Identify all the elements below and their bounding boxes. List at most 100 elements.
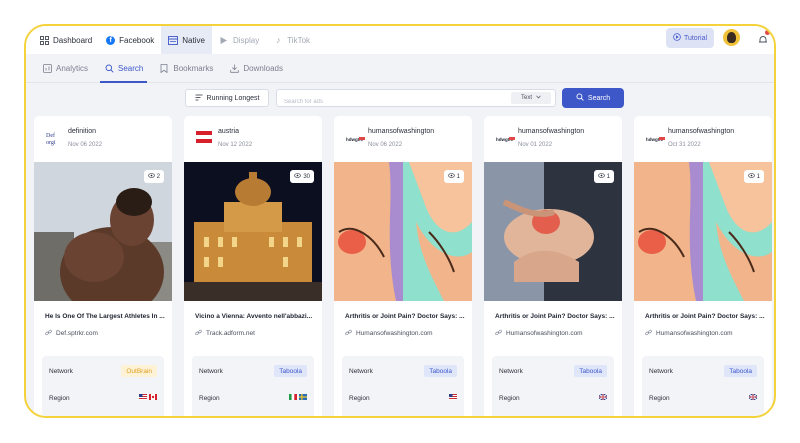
ad-meta: Network Taboola Region: [192, 356, 314, 416]
network-row: Network Taboola: [649, 364, 757, 378]
ad-card[interactable]: hdwgtn. humansofwashington Oct 31 2022 1…: [634, 116, 772, 416]
ad-image[interactable]: 1: [484, 162, 622, 301]
network-badge: OutBrain: [121, 365, 157, 377]
ad-meta: Network OutBrain Region: [42, 356, 164, 416]
ad-image[interactable]: 30: [184, 162, 322, 301]
views-badge: 1: [593, 170, 614, 183]
search-type-select[interactable]: Text: [511, 92, 551, 104]
notification-dot: [765, 30, 770, 35]
tab-tiktok[interactable]: ♪ TikTok: [266, 26, 317, 54]
views-count: 2: [156, 173, 160, 180]
network-row: Network Taboola: [499, 364, 607, 378]
flag-ca-icon: [149, 394, 157, 402]
region-flags: [749, 394, 757, 402]
tab-search[interactable]: Search: [96, 54, 151, 83]
ad-title: Vicino a Vienna: Avvento nell'abbazi...: [195, 313, 313, 320]
advertiser-name: humansofwashington: [668, 128, 735, 135]
advertiser-logo: hdwgtn.: [346, 130, 365, 146]
tab-label: Facebook: [119, 35, 155, 45]
ad-url[interactable]: Humansofwashington.com: [645, 329, 733, 338]
tab-analytics[interactable]: Analytics: [34, 54, 96, 83]
grid-icon: [39, 35, 49, 45]
link-icon: [495, 329, 502, 338]
tab-downloads[interactable]: Downloads: [221, 54, 291, 83]
flag-us-icon: [139, 394, 147, 402]
tab-label: Native: [182, 35, 205, 45]
tab-display[interactable]: Display: [212, 26, 266, 54]
ad-url[interactable]: Humansofwashington.com: [495, 329, 583, 338]
ad-date: Nov 01 2022: [518, 142, 553, 148]
advertiser-name: austria: [218, 128, 240, 135]
facebook-icon: f: [106, 35, 116, 45]
ad-image[interactable]: 1: [634, 162, 772, 301]
region-label: Region: [499, 394, 520, 402]
ad-card-header: Def orgi definition Nov 06 2022: [34, 116, 172, 162]
link-icon: [645, 329, 652, 338]
tab-label: Dashboard: [53, 35, 93, 45]
search-input[interactable]: [277, 94, 497, 110]
tab-facebook[interactable]: f Facebook: [99, 26, 161, 54]
ad-card[interactable]: austria Nov 12 2022 30 Vicino a Vienna: …: [184, 116, 322, 416]
sort-button[interactable]: Running Longest: [185, 89, 269, 107]
avatar[interactable]: [723, 29, 740, 46]
ad-card[interactable]: Def orgi definition Nov 06 2022 2 He Is O…: [34, 116, 172, 416]
ad-card-header: austria Nov 12 2022: [184, 116, 322, 162]
sub-nav: Analytics Search Bookmarks Downloads: [26, 54, 774, 83]
eye-icon: [147, 173, 155, 180]
ad-title: Arthritis or Joint Pain? Doctor Says: ..…: [345, 313, 465, 320]
region-row: Region: [349, 391, 457, 405]
tutorial-label: Tutorial: [683, 34, 708, 42]
network-badge: Taboola: [724, 365, 757, 377]
ad-url[interactable]: Humansofwashington.com: [345, 329, 433, 338]
ad-card[interactable]: hdwgtn. humansofwashington Nov 06 2022 1…: [334, 116, 472, 416]
ad-title: He Is One Of The Largest Athletes In ...: [45, 313, 165, 320]
region-row: Region: [49, 391, 157, 405]
eye-icon: [747, 173, 755, 180]
ad-url-text: Track.adform.net: [206, 330, 255, 337]
ad-url-text: Def.sptrkr.com: [56, 330, 98, 337]
eye-icon: [597, 173, 605, 180]
flag-gb-icon: [599, 394, 607, 402]
views-count: 1: [606, 173, 610, 180]
flag-us-icon: [449, 394, 457, 402]
ad-title: Arthritis or Joint Pain? Doctor Says: ..…: [645, 313, 765, 320]
flag-se-icon: [299, 394, 307, 402]
play-icon: [219, 35, 229, 45]
svg-text:Def: Def: [46, 132, 55, 139]
network-badge: Taboola: [424, 365, 457, 377]
tab-label: Display: [232, 35, 260, 45]
tiktok-icon: ♪: [275, 34, 281, 45]
views-badge: 1: [443, 170, 464, 183]
tutorial-button[interactable]: Tutorial: [666, 28, 714, 48]
analytics-icon: [42, 63, 52, 73]
ad-date: Nov 06 2022: [68, 142, 103, 148]
advertiser-logo: hdwgtn.: [496, 130, 515, 146]
region-label: Region: [649, 394, 670, 402]
ad-url[interactable]: Track.adform.net: [195, 329, 255, 338]
network-row: Network Taboola: [349, 364, 457, 378]
chevron-down-icon: [536, 95, 541, 101]
search-button-label: Search: [587, 94, 611, 102]
tab-label: Search: [118, 63, 144, 73]
region-row: Region: [499, 391, 607, 405]
ad-card[interactable]: hdwgtn. humansofwashington Nov 01 2022 1…: [484, 116, 622, 416]
flag-it-icon: [289, 394, 297, 402]
link-icon: [195, 329, 202, 338]
region-flags: [449, 394, 457, 402]
advertiser-logo: Def orgi: [46, 130, 62, 146]
eye-icon: [447, 173, 455, 180]
tab-native[interactable]: Native: [161, 26, 212, 54]
ad-image[interactable]: 1: [334, 162, 472, 301]
network-badge: Taboola: [274, 365, 307, 377]
search-button[interactable]: Search: [562, 88, 624, 108]
ad-url[interactable]: Def.sptrkr.com: [45, 329, 98, 338]
download-icon: [229, 63, 239, 73]
views-count: 30: [303, 173, 310, 180]
region-flags: [599, 394, 607, 402]
tab-dashboard[interactable]: Dashboard: [32, 26, 99, 54]
ad-card-header: hdwgtn. humansofwashington Nov 01 2022: [484, 116, 622, 162]
ad-title: Arthritis or Joint Pain? Doctor Says: ..…: [495, 313, 615, 320]
ad-image[interactable]: 2: [34, 162, 172, 301]
tab-bookmarks[interactable]: Bookmarks: [151, 54, 221, 83]
network-row: Network Taboola: [199, 364, 307, 378]
